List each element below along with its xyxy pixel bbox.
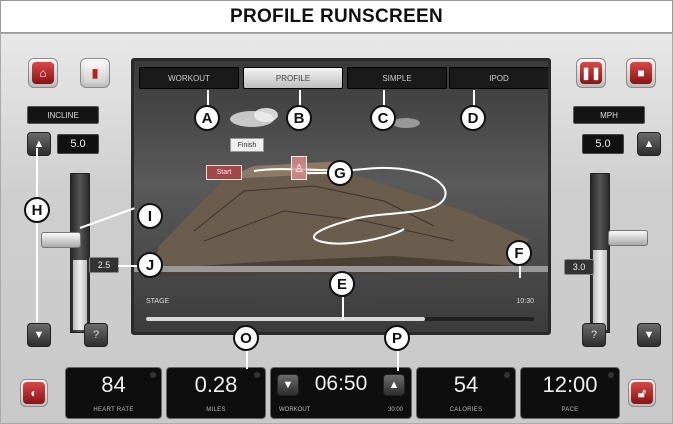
stop-icon: ■	[630, 62, 652, 84]
pause-icon: ❚❚	[580, 62, 602, 84]
miles-label: MILES	[206, 407, 226, 413]
speed-down-button[interactable]: ▼	[637, 323, 661, 347]
finish-flag: Finish	[230, 138, 264, 152]
pace-label: PACE	[561, 407, 579, 413]
marker-b: B	[286, 105, 312, 131]
incline-down-button[interactable]: ▼	[27, 323, 51, 347]
fan-button[interactable]: ◐	[20, 379, 48, 407]
lock-button[interactable]: 🔓︎	[628, 379, 656, 407]
chevron-down-icon: ▼	[33, 329, 45, 341]
marker-e: E	[329, 271, 355, 297]
pause-button[interactable]: ❚❚	[576, 58, 606, 88]
incline-slider-track[interactable]	[70, 173, 90, 333]
speed-help-button[interactable]: ?	[582, 323, 606, 347]
incline-up-button[interactable]: ▲	[27, 132, 51, 156]
start-flag: Start	[206, 165, 242, 180]
incline-value: 5.0	[57, 134, 99, 154]
stage-label: STAGE	[146, 298, 170, 305]
speed-slider-handle[interactable]	[608, 230, 648, 246]
incline-slider-handle[interactable]	[41, 232, 81, 248]
pace-value: 12:00	[542, 372, 598, 397]
unlock-icon: 🔓︎	[631, 382, 653, 404]
runner-icon: ♙	[291, 156, 307, 180]
marker-o: O	[233, 325, 259, 351]
workout-total-time: 30:00	[387, 407, 403, 413]
fan-icon: ◐	[23, 382, 45, 404]
home-button[interactable]: ⌂	[28, 58, 58, 88]
thermometer-button[interactable]: ▮	[80, 58, 110, 88]
incline-help-button[interactable]: ?	[84, 323, 108, 347]
workout-time-up-button[interactable]: ▲	[383, 374, 405, 396]
speed-slider-track[interactable]	[590, 173, 610, 333]
workout-label: WORKOUT	[279, 407, 311, 413]
marker-a: A	[194, 105, 220, 131]
calories-label: CALORIES	[449, 407, 483, 413]
stage-progress-fill	[146, 317, 426, 321]
calories-display: 54 CALORIES	[416, 367, 516, 419]
calories-value: 54	[453, 372, 479, 397]
miles-value: 0.28	[194, 372, 238, 397]
miles-display: 0.28 MILES	[166, 367, 266, 419]
incline-slider-value: 2.5	[89, 257, 119, 273]
chevron-up-icon: ▲	[643, 138, 655, 150]
incline-label: INCLINE	[27, 106, 99, 124]
speed-up-button[interactable]: ▲	[637, 132, 661, 156]
marker-j: J	[137, 252, 163, 278]
marker-g: G	[327, 160, 353, 186]
marker-i: I	[137, 203, 163, 229]
chevron-up-icon: ▲	[388, 379, 400, 391]
marker-p: P	[384, 325, 410, 351]
speed-slider-value: 3.0	[564, 259, 594, 275]
stop-button[interactable]: ■	[626, 58, 656, 88]
marker-f: F	[506, 240, 532, 266]
heart-rate-value: 84	[101, 372, 126, 397]
speed-label: MPH	[573, 106, 645, 124]
pace-display: 12:00 PACE	[520, 367, 620, 419]
heart-rate-display: 84 HEART RATE	[65, 367, 162, 419]
incline-slider-fill	[73, 260, 87, 330]
speed-slider-fill	[593, 250, 607, 330]
speed-value: 5.0	[582, 134, 624, 154]
chevron-down-icon: ▼	[643, 329, 655, 341]
stage-progress-track	[146, 317, 534, 321]
heart-rate-label: HEART RATE	[93, 407, 134, 413]
home-icon: ⌂	[32, 62, 54, 84]
stage-time: 10:30	[516, 298, 534, 305]
workout-time-display: ▼ 06:50 ▲ WORKOUT 30:00	[270, 367, 412, 419]
thermometer-icon: ▮	[84, 62, 106, 84]
marker-c: C	[370, 105, 396, 131]
marker-d: D	[460, 105, 486, 131]
page-title: PROFILE RUNSCREEN	[0, 0, 673, 33]
marker-h: H	[24, 197, 50, 223]
